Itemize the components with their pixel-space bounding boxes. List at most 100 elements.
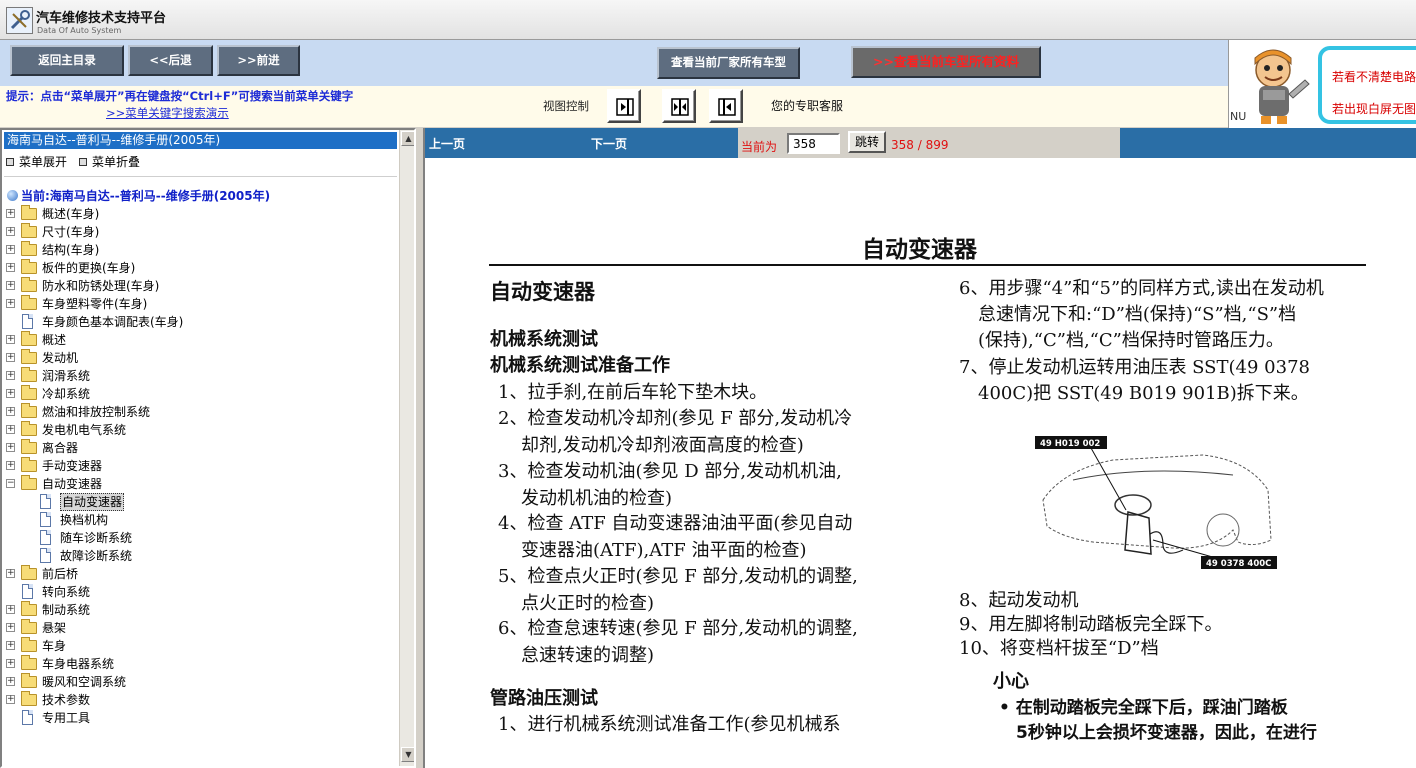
expand-node-icon[interactable]: + xyxy=(6,443,15,452)
expand-node-icon[interactable]: + xyxy=(6,641,15,650)
scroll-up-icon[interactable]: ▲ xyxy=(401,131,414,146)
folder-icon xyxy=(21,637,37,652)
app-title: 汽车维修技术支持平台 xyxy=(36,11,167,26)
tree-item-label: 手动变速器 xyxy=(42,459,103,473)
menu-expand-label: 菜单展开 xyxy=(19,155,68,169)
folder-icon xyxy=(21,223,37,238)
left-step-line: 2、检查发动机冷却剂(参见 F 部分,发动机冷 xyxy=(498,408,853,429)
car-hood-figure: 49 H019 002 49 0378 400C xyxy=(1033,430,1279,576)
manual-tree-sidebar: 海南马自达--普利马--维修手册(2005年) 菜单展开 菜单折叠 当前:海南马… xyxy=(0,128,416,768)
back-button[interactable]: <<后退 xyxy=(128,45,213,76)
ad-bubble[interactable]: 若看不清楚电路 若出现白屏无图 xyxy=(1318,46,1416,124)
folder-icon xyxy=(21,619,37,634)
expand-node-icon[interactable]: + xyxy=(6,425,15,434)
support-ad-panel[interactable]: NU 若看不清楚电路 若出现白屏无图 xyxy=(1228,40,1416,128)
tree-item-label: 防水和防锈处理(车身) xyxy=(42,279,160,293)
collapse-node-icon[interactable]: − xyxy=(6,479,15,488)
split-view-button[interactable] xyxy=(662,89,696,123)
section-title: 自动变速器 xyxy=(490,279,595,304)
all-docs-button[interactable]: >>查看当前车型所有资料 xyxy=(851,46,1041,78)
tree-item-label: 板件的更换(车身) xyxy=(42,261,136,275)
forward-button[interactable]: >>前进 xyxy=(217,45,300,76)
nu-text: NU xyxy=(1230,110,1247,123)
left-step-line: 5、检查点火正时(参见 F 部分,发动机的调整, xyxy=(498,566,858,587)
folder-icon xyxy=(21,295,37,310)
folder-icon xyxy=(21,331,37,346)
expand-node-icon[interactable]: + xyxy=(6,389,15,398)
header-rule xyxy=(489,264,1366,266)
expand-node-icon[interactable]: + xyxy=(6,623,15,632)
expand-node-icon[interactable]: + xyxy=(6,407,15,416)
left-last-step: 1、进行机械系统测试准备工作(参见机械系 xyxy=(498,714,841,735)
expand-node-icon[interactable]: + xyxy=(6,245,15,254)
manual-title[interactable]: 海南马自达--普利马--维修手册(2005年) xyxy=(4,132,397,149)
manual-page: 自动变速器 自动变速器 机械系统测试 机械系统测试准备工作 1、拉手刹,在前后车… xyxy=(425,158,1416,768)
split-view-icon xyxy=(671,98,689,116)
next-page-link[interactable]: 下一页 xyxy=(591,135,627,152)
document-viewer: 上一页 下一页 当前为 跳转 358 / 899 自动变速器 自动变速器 机械系… xyxy=(423,128,1416,768)
right-step-line: 9、用左脚将制动踏板完全踩下。 xyxy=(959,614,1223,635)
tree-item-label: 尺寸(车身) xyxy=(42,225,100,239)
expand-node-icon[interactable]: + xyxy=(6,299,15,308)
right-step-line: 8、起动发动机 xyxy=(959,590,1079,611)
page-number-input[interactable] xyxy=(787,133,840,154)
scroll-down-icon[interactable]: ▼ xyxy=(401,747,414,762)
menu-collapse-button[interactable]: 菜单折叠 xyxy=(79,153,140,170)
expand-node-icon[interactable]: + xyxy=(6,335,15,344)
folder-icon xyxy=(21,673,37,688)
tree-item-label: 专用工具 xyxy=(42,711,91,725)
expand-node-icon[interactable]: + xyxy=(6,605,15,614)
search-hint: 提示：点击“菜单展开”再在键盘按“Ctrl+F”可搜索当前菜单关键字 xyxy=(6,89,354,103)
expand-node-icon[interactable]: + xyxy=(6,371,15,380)
folder-icon xyxy=(21,565,37,580)
expand-node-icon[interactable]: + xyxy=(6,695,15,704)
document-icon xyxy=(22,584,33,599)
jump-button[interactable]: 跳转 xyxy=(848,131,886,153)
expand-right-icon xyxy=(616,98,634,116)
tree-item-label: 换档机构 xyxy=(60,513,109,527)
right-step-line: 7、停止发动机运转用油压表 SST(49 0378 xyxy=(959,357,1310,378)
search-demo-link[interactable]: >>菜单关键字搜索演示 xyxy=(106,105,229,121)
ad-line-2: 若出现白屏无图 xyxy=(1332,102,1416,116)
left-step-line: 发动机机油的检查) xyxy=(521,488,673,509)
tree-item-label: 车身颜色基本调配表(车身) xyxy=(42,315,184,329)
view-control-label: 视图控制 xyxy=(543,99,589,113)
expand-node-icon[interactable]: + xyxy=(6,209,15,218)
left-step-line: 怠速转速的调整) xyxy=(521,645,655,666)
expand-node-icon[interactable]: + xyxy=(6,461,15,470)
expand-right-button[interactable] xyxy=(607,89,641,123)
ad-line-1: 若看不清楚电路 xyxy=(1332,70,1416,84)
expand-node-icon[interactable]: + xyxy=(6,353,15,362)
expand-node-icon[interactable]: + xyxy=(6,263,15,272)
document-icon xyxy=(22,710,33,725)
document-icon xyxy=(40,494,51,509)
wrench-logo-icon xyxy=(6,7,33,34)
all-models-button[interactable]: 查看当前厂家所有车型 xyxy=(657,47,800,79)
tree-item-label: 前后桥 xyxy=(42,567,79,581)
section-heading-2: 机械系统测试准备工作 xyxy=(490,355,670,376)
expand-node-icon[interactable]: + xyxy=(6,281,15,290)
expand-node-icon[interactable]: + xyxy=(6,659,15,668)
prev-page-link[interactable]: 上一页 xyxy=(429,135,465,152)
menu-expand-button[interactable]: 菜单展开 xyxy=(6,153,67,170)
document-icon xyxy=(40,548,51,563)
sidebar-scrollbar[interactable]: ▲ ▼ xyxy=(399,130,414,766)
tree-item-label: 制动系统 xyxy=(42,603,91,617)
current-manual: 当前:海南马自达--普利马--维修手册(2005年) xyxy=(7,187,270,204)
tree-item-label: 技术参数 xyxy=(42,693,91,707)
tree-item-label: 车身 xyxy=(42,639,67,653)
tree-item-label: 自动变速器 xyxy=(42,477,103,491)
left-step-line: 4、检查 ATF 自动变速器油油平面(参见自动 xyxy=(498,513,853,534)
tree-item-label: 润滑系统 xyxy=(42,369,91,383)
page-navigation-bar: 上一页 下一页 当前为 跳转 358 / 899 xyxy=(425,128,1416,158)
collapse-left-button[interactable] xyxy=(709,89,743,123)
home-button[interactable]: 返回主目录 xyxy=(10,45,124,76)
expand-node-icon[interactable]: + xyxy=(6,677,15,686)
expand-node-icon[interactable]: + xyxy=(6,569,15,578)
document-icon xyxy=(22,314,33,329)
tree-item-label: 燃油和排放控制系统 xyxy=(42,405,151,419)
left-step-line: 点火正时的检查) xyxy=(521,593,655,614)
folder-icon xyxy=(21,205,37,220)
right-step-line: 6、用步骤“4”和“5”的同样方式,读出在发动机 xyxy=(959,278,1324,299)
expand-node-icon[interactable]: + xyxy=(6,227,15,236)
